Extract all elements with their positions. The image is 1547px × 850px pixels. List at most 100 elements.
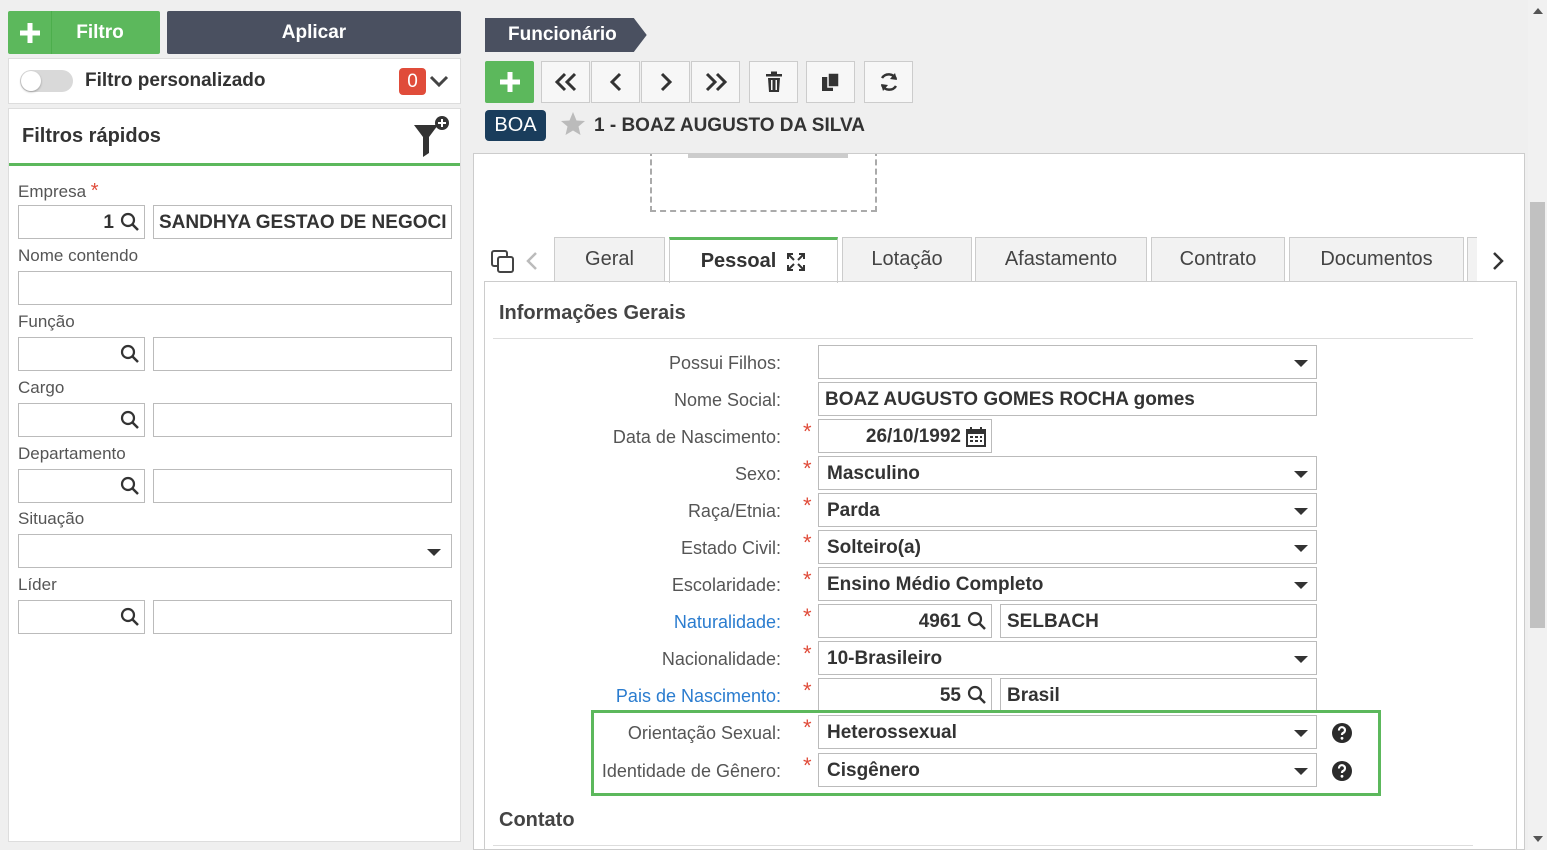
required-marker: * — [803, 530, 812, 555]
refresh-icon — [880, 73, 897, 91]
duplicate-button[interactable] — [806, 61, 855, 103]
funnel-add-icon[interactable] — [412, 115, 452, 164]
possui-filhos-select[interactable] — [818, 345, 1317, 379]
chevron-left-icon[interactable] — [524, 250, 540, 277]
required-marker: * — [803, 493, 812, 518]
cargo-name-input[interactable] — [153, 403, 452, 437]
tab-lotacao[interactable]: Lotação — [842, 237, 972, 282]
photo-placeholder[interactable] — [650, 154, 877, 212]
record-title: 1 - BOAZ AUGUSTO DA SILVA — [594, 115, 865, 136]
photo-placeholder-bar — [688, 154, 848, 158]
add-record-button[interactable] — [485, 61, 534, 103]
search-icon[interactable] — [120, 476, 140, 501]
required-marker: * — [803, 604, 812, 629]
departamento-label: Departamento — [18, 444, 126, 463]
page-scrollbar[interactable] — [1528, 0, 1547, 850]
record-content-card: Geral Pessoal Lotação Afastamento Contra… — [473, 153, 1525, 850]
chevron-down-icon[interactable] — [428, 70, 450, 97]
copy-tabs-icon[interactable] — [490, 249, 516, 280]
required-marker: * — [803, 678, 812, 703]
tab-geral[interactable]: Geral — [554, 237, 665, 282]
search-icon[interactable] — [967, 685, 987, 710]
required-marker: * — [803, 456, 812, 481]
star-icon[interactable] — [560, 111, 586, 142]
pais-nascimento-label[interactable]: Pais de Nascimento: — [616, 686, 781, 707]
raca-select[interactable]: Parda — [818, 493, 1317, 527]
chevron-right-icon — [660, 72, 672, 92]
breadcrumb[interactable]: Funcionário — [485, 18, 647, 52]
lider-name-input[interactable] — [153, 600, 452, 634]
funcao-code-input[interactable] — [18, 337, 145, 371]
lider-code-input[interactable] — [18, 600, 145, 634]
trash-icon — [765, 71, 782, 92]
delete-button[interactable] — [749, 61, 798, 103]
last-record-button[interactable] — [691, 61, 740, 103]
scroll-down-icon[interactable] — [1533, 836, 1543, 842]
nacionalidade-select[interactable]: 10-Brasileiro — [818, 641, 1317, 675]
cargo-label: Cargo — [18, 378, 65, 397]
data-nascimento-input[interactable]: 26/10/1992 — [818, 419, 992, 453]
naturalidade-code-input[interactable]: 4961 — [818, 604, 992, 638]
pais-nascimento-code-input[interactable]: 55 — [818, 678, 992, 712]
pais-nascimento-name-input[interactable]: Brasil — [1000, 678, 1317, 712]
section-divider — [493, 845, 1473, 846]
refresh-button[interactable] — [864, 61, 913, 103]
search-icon[interactable] — [120, 607, 140, 632]
custom-filter-label: Filtro personalizado — [85, 70, 266, 91]
possui-filhos-label: Possui Filhos: — [668, 353, 781, 373]
tab-afastamento[interactable]: Afastamento — [975, 237, 1147, 282]
identidade-genero-select[interactable]: Cisgênero — [818, 753, 1317, 787]
previous-record-button[interactable] — [591, 61, 640, 103]
nome-contendo-input[interactable] — [18, 271, 452, 305]
situacao-label: Situação — [18, 509, 85, 528]
scroll-up-icon[interactable] — [1533, 8, 1543, 14]
naturalidade-name-input[interactable]: SELBACH — [1000, 604, 1317, 638]
orientacao-sexual-select[interactable]: Heterossexual — [818, 715, 1317, 749]
funcao-name-input[interactable] — [153, 337, 452, 371]
departamento-name-input[interactable] — [153, 469, 452, 503]
cargo-code-input[interactable] — [18, 403, 145, 437]
copy-icon — [821, 72, 840, 91]
estado-civil-select[interactable]: Solteiro(a) — [818, 530, 1317, 564]
empresa-label: Empresa * — [18, 180, 99, 202]
required-marker: * — [803, 715, 812, 740]
chevron-right-icon[interactable] — [1490, 250, 1506, 277]
situacao-select[interactable] — [18, 534, 452, 568]
search-icon[interactable] — [120, 344, 140, 369]
filter-button-label: Filtro — [76, 21, 124, 43]
escolaridade-select[interactable]: Ensino Médio Completo — [818, 567, 1317, 601]
caret-down-icon — [1294, 768, 1308, 775]
empresa-name-input[interactable]: SANDHYA GESTAO DE NEGOCIOS — [153, 205, 452, 239]
next-record-button[interactable] — [641, 61, 690, 103]
first-record-button[interactable] — [541, 61, 590, 103]
nome-social-input[interactable]: BOAZ AUGUSTO GOMES ROCHA gomes — [818, 382, 1317, 416]
nacionalidade-label: Nacionalidade: — [661, 649, 781, 669]
help-icon[interactable] — [1331, 760, 1353, 787]
scrollbar-thumb[interactable] — [1530, 202, 1545, 628]
double-chevron-left-icon — [554, 72, 576, 92]
caret-down-icon — [1294, 471, 1308, 478]
calendar-icon[interactable] — [966, 427, 986, 452]
tab-overflow — [1467, 237, 1477, 282]
quick-filters-panel: Filtros rápidos Empresa * 1 SANDHYA GEST… — [8, 108, 461, 842]
search-icon[interactable] — [120, 410, 140, 435]
custom-filter-toggle[interactable] — [20, 70, 73, 92]
tab-documentos[interactable]: Documentos — [1289, 237, 1464, 282]
help-icon[interactable] — [1331, 722, 1353, 749]
expand-icon — [787, 252, 806, 271]
search-icon[interactable] — [967, 611, 987, 636]
tab-contrato[interactable]: Contrato — [1151, 237, 1285, 282]
plus-icon — [8, 11, 52, 54]
caret-down-icon — [1294, 656, 1308, 663]
custom-filter-count-badge: 0 — [399, 68, 426, 95]
funcao-label: Função — [18, 312, 75, 331]
tab-pessoal[interactable]: Pessoal — [669, 237, 838, 283]
sexo-select[interactable]: Masculino — [818, 456, 1317, 490]
empresa-code-input[interactable]: 1 — [18, 205, 145, 239]
search-icon[interactable] — [120, 212, 140, 237]
section-title-contact: Contato — [499, 809, 575, 831]
naturalidade-label[interactable]: Naturalidade: — [674, 612, 781, 633]
filter-button[interactable]: Filtro — [8, 11, 160, 54]
departamento-code-input[interactable] — [18, 469, 145, 503]
apply-button[interactable]: Aplicar — [167, 11, 461, 54]
